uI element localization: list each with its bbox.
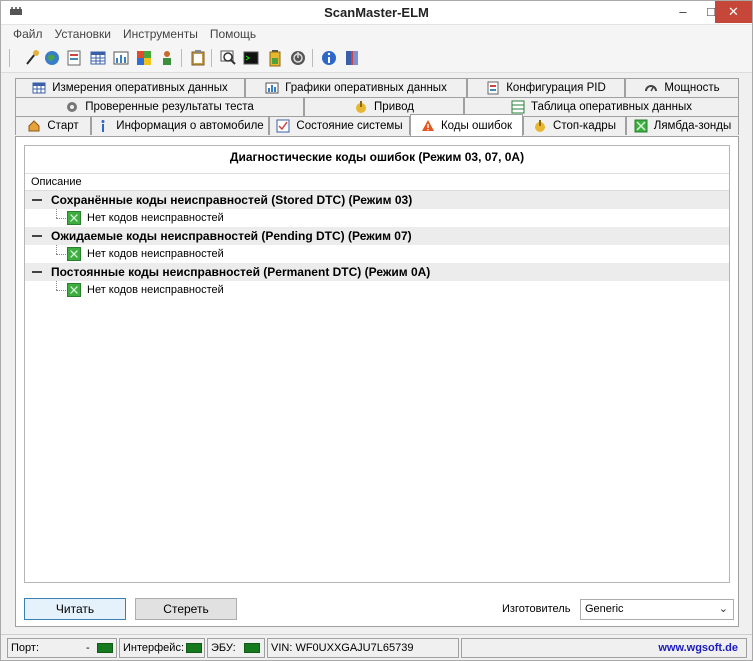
checklist-icon	[276, 119, 290, 133]
panel-title: Диагностические коды ошибок (Режим 03, 0…	[229, 150, 525, 164]
menu-bar: Файл Установки Инструменты Помощь	[1, 25, 752, 45]
ok-icon	[67, 247, 81, 261]
menu-tools[interactable]: Инструменты	[117, 25, 204, 41]
read-button[interactable]: Читать	[24, 598, 126, 620]
manufacturer-select[interactable]: Generic ⌄	[580, 599, 734, 620]
tree-line	[56, 281, 57, 290]
warning-icon	[421, 119, 434, 131]
group-pending-dtc[interactable]: Ожидаемые коды неисправностей (Pending D…	[25, 227, 729, 245]
tab-freeze-frames[interactable]: Стоп-кадры	[523, 116, 626, 135]
toolbar-separator	[312, 49, 313, 67]
globe-icon[interactable]	[43, 49, 61, 67]
tree-line	[56, 254, 66, 255]
grid-icon	[511, 100, 525, 114]
minimize-button[interactable]: –	[669, 1, 697, 23]
info-icon[interactable]	[320, 49, 338, 67]
status-vin: VIN: WF0UXXGAJU7L65739	[267, 638, 459, 658]
chevron-down-icon: ⌄	[718, 603, 728, 615]
app-window: ScanMaster-ELM – □ ✕ Файл Установки Инстру…	[0, 0, 753, 661]
tab-live-measurements[interactable]: Измерения оперативных данных	[15, 78, 245, 97]
document-icon[interactable]	[65, 49, 83, 67]
collapse-icon[interactable]	[32, 199, 42, 201]
table-icon[interactable]	[89, 49, 107, 67]
search-icon[interactable]	[219, 49, 237, 67]
tab-trouble-codes[interactable]: Коды ошибок	[410, 114, 523, 136]
ecu-led-icon	[244, 643, 260, 653]
clipboard-icon[interactable]	[189, 49, 207, 67]
tab-power[interactable]: Мощность	[625, 78, 739, 97]
tab-vehicle-info[interactable]: Информация о автомобиле	[91, 116, 269, 135]
tree-line	[56, 245, 57, 254]
flag-icon[interactable]	[135, 49, 153, 67]
website-link[interactable]: www.wgsoft.de	[461, 638, 747, 658]
tree-line	[56, 218, 66, 219]
home-icon	[28, 120, 40, 132]
ok-icon	[67, 283, 81, 297]
tree-line	[56, 209, 57, 218]
toolbar-separator	[211, 49, 212, 67]
freeze-icon	[535, 120, 546, 132]
list-item[interactable]: Нет кодов неисправностей	[25, 245, 729, 263]
status-bar: Порт: - Интерфейс: ЭБУ: VIN: WF0UXXGAJU7…	[1, 634, 752, 660]
gauge-icon	[645, 85, 658, 92]
tab-page-trouble-codes: Диагностические коды ошибок (Режим 03, 0…	[15, 136, 739, 627]
status-ecu: ЭБУ:	[207, 638, 265, 658]
manufacturer-value: Generic	[585, 603, 624, 615]
dtc-tree-panel: Диагностические коды ошибок (Режим 03, 0…	[24, 145, 730, 583]
column-header-description[interactable]: Описание	[25, 173, 729, 191]
person-icon[interactable]	[158, 49, 176, 67]
collapse-icon[interactable]	[32, 271, 42, 273]
clear-button[interactable]: Стереть	[135, 598, 237, 620]
tree-line	[56, 290, 66, 291]
list-item[interactable]: Нет кодов неисправностей	[25, 281, 729, 299]
power-icon[interactable]	[289, 49, 307, 67]
actuator-icon	[356, 101, 367, 113]
menu-settings[interactable]: Установки	[49, 25, 117, 41]
menu-help[interactable]: Помощь	[204, 25, 262, 41]
chart-icon[interactable]	[112, 49, 130, 67]
battery-icon[interactable]	[266, 49, 284, 67]
ok-icon	[67, 211, 81, 225]
interface-led-icon	[186, 643, 202, 653]
title-bar: ScanMaster-ELM – □ ✕	[1, 1, 752, 25]
status-port: Порт: -	[7, 638, 117, 658]
menu-file[interactable]: Файл	[7, 25, 49, 41]
terminal-icon[interactable]	[242, 49, 260, 67]
table-icon	[32, 82, 46, 94]
port-led-icon	[97, 643, 113, 653]
group-permanent-dtc[interactable]: Постоянные коды неисправностей (Permanen…	[25, 263, 729, 281]
status-interface: Интерфейс:	[119, 638, 205, 658]
toolbar	[1, 45, 752, 73]
toolbar-grip	[9, 49, 10, 67]
tab-oxygen-sensors[interactable]: Лямбда-зонды	[626, 116, 739, 135]
close-button[interactable]: ✕	[715, 1, 752, 23]
group-stored-dtc[interactable]: Сохранённые коды неисправностей (Stored …	[25, 191, 729, 209]
info-icon	[101, 120, 105, 132]
tab-live-graphs[interactable]: Графики оперативных данных	[245, 78, 467, 97]
tab-pid-config[interactable]: Конфигурация PID	[467, 78, 625, 97]
tab-start[interactable]: Старт	[15, 116, 91, 135]
sensor-icon	[634, 119, 648, 133]
collapse-icon[interactable]	[32, 235, 42, 237]
list-item[interactable]: Нет кодов неисправностей	[25, 209, 729, 227]
toolbar-separator	[181, 49, 182, 67]
plug-icon[interactable]	[23, 49, 41, 67]
window-title: ScanMaster-ELM	[324, 5, 429, 20]
chart-icon	[265, 82, 279, 94]
config-icon	[487, 81, 499, 95]
manufacturer-label: Изготовитель	[502, 603, 571, 615]
tab-test-results[interactable]: Проверенные результаты теста	[15, 97, 304, 116]
gear-icon	[67, 102, 78, 112]
tab-system-status[interactable]: Состояние системы	[269, 116, 410, 135]
book-icon[interactable]	[343, 49, 361, 67]
